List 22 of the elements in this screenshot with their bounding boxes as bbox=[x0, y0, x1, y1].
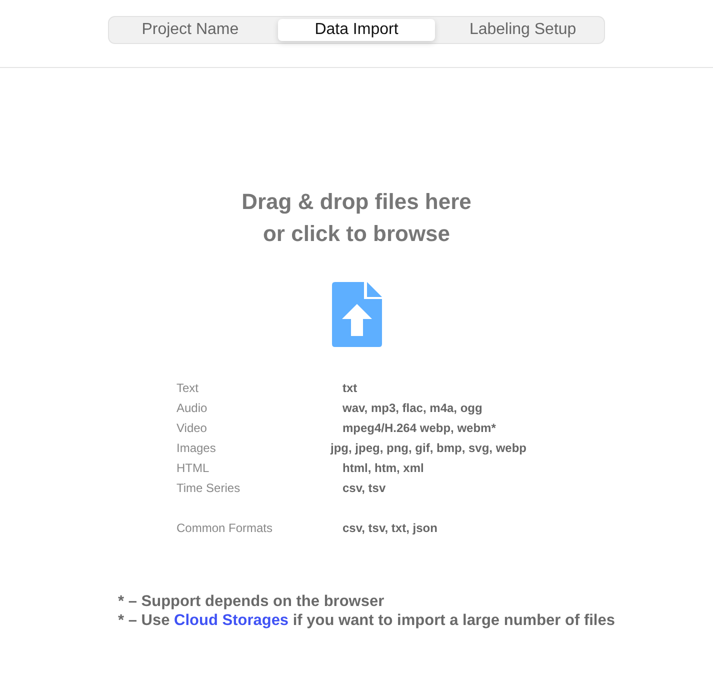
format-extensions: csv, tsv, txt, json bbox=[342, 521, 438, 535]
format-extensions: html, htm, xml bbox=[342, 461, 424, 475]
footnote: * – Support depends on the browser bbox=[118, 592, 386, 611]
footnote: * – Use Cloud Storages if you want to import a large number of files bbox=[118, 611, 615, 630]
step-tab[interactable]: Project Name bbox=[112, 19, 268, 41]
file-upload-icon[interactable] bbox=[332, 282, 382, 347]
cloud-storages-link[interactable]: Cloud Storages bbox=[174, 612, 289, 629]
format-type: Common Formats bbox=[176, 521, 274, 535]
format-extensions: csv, tsv bbox=[342, 481, 386, 495]
step-tab[interactable]: Data Import bbox=[278, 19, 435, 41]
dropzone-heading[interactable]: Drag & drop files here or click to browse bbox=[242, 186, 472, 250]
format-extensions: jpg, jpeg, png, gif, bmp, svg, webp bbox=[330, 441, 526, 455]
step-tab[interactable]: Labeling Setup bbox=[444, 19, 601, 41]
format-type: Audio bbox=[176, 401, 208, 415]
format-type: Text bbox=[176, 381, 200, 395]
format-extensions: txt bbox=[342, 381, 358, 395]
format-extensions: wav, mp3, flac, m4a, ogg bbox=[342, 401, 482, 415]
format-type: HTML bbox=[176, 461, 210, 475]
format-type: Images bbox=[176, 441, 217, 455]
format-type: Video bbox=[176, 421, 208, 435]
format-extensions: mpeg4/H.264 webp, webm* bbox=[342, 421, 496, 435]
format-type: Time Series bbox=[176, 481, 242, 495]
